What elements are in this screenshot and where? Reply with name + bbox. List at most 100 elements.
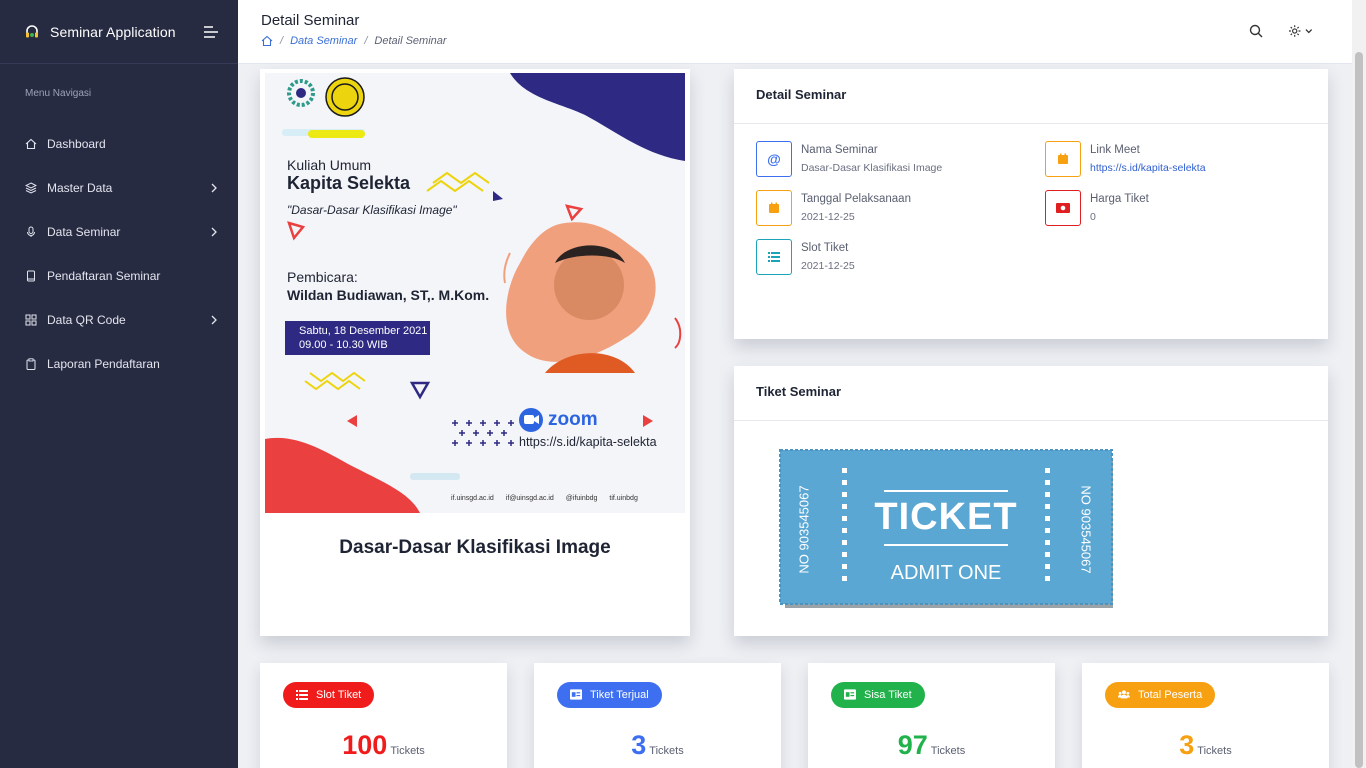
gear-icon: [1288, 25, 1301, 37]
sidebar-item-laporan-pendaftaran[interactable]: Laporan Pendaftaran: [0, 342, 238, 386]
info-label: Slot Tiket: [801, 242, 849, 254]
money-icon: [1045, 190, 1081, 226]
stat-unit: Tickets: [1197, 745, 1232, 757]
page-title: Detail Seminar: [261, 12, 360, 29]
stat-card-slot-tiket: Slot Tiket 100 Tickets: [260, 663, 507, 768]
stat-unit: Tickets: [649, 745, 684, 757]
stat-card-tiket-terjual: Tiket Terjual 3 Tickets: [534, 663, 781, 768]
info-value: 2021-12-25: [801, 260, 855, 272]
stat-label: Tiket Terjual: [590, 689, 649, 701]
stat-value: 100: [342, 730, 388, 760]
info-tanggal: Tanggal Pelaksanaan 2021-12-25: [756, 190, 911, 226]
chevron-down-icon: [1305, 29, 1313, 34]
poster-title: Kapita Selekta: [287, 173, 411, 193]
sidebar-item-label: Master Data: [47, 181, 113, 195]
stat-label: Slot Tiket: [316, 689, 362, 701]
poster-footer: if.uinsgd.ac.id if@uinsgd.ac.id @ifuinbd…: [451, 495, 638, 502]
stat-pill-slot-tiket: Slot Tiket: [283, 682, 375, 708]
seminar-poster: Kuliah Umum Kapita Selekta "Dasar-Dasar …: [265, 73, 685, 513]
sidebar-item-dashboard[interactable]: Dashboard: [0, 122, 238, 166]
sidebar-item-label: Data Seminar: [47, 225, 121, 239]
poster-url: https://s.id/kapita-selekta: [519, 435, 657, 449]
sidebar-item-data-qr-code[interactable]: Data QR Code: [0, 298, 238, 342]
breadcrumb: / Data Seminar / Detail Seminar: [261, 35, 447, 47]
list-icon: [756, 239, 792, 275]
calendar-icon: [1045, 141, 1081, 177]
users-icon: [1118, 689, 1130, 701]
stat-count: 3 Tickets: [1082, 730, 1329, 761]
layers-icon: [25, 182, 37, 194]
poster-date: Sabtu, 18 Desember 2021: [299, 325, 428, 337]
book-icon: [25, 270, 37, 282]
menu-heading: Menu Navigasi: [25, 88, 92, 99]
chevron-right-icon: [211, 227, 217, 237]
brand[interactable]: Seminar Application: [0, 0, 238, 64]
info-value: Dasar-Dasar Klasifikasi Image: [801, 162, 943, 174]
grid-icon: [25, 314, 37, 326]
poster-speaker: Wildan Budiawan, ST,. M.Kom.: [287, 287, 490, 303]
sidebar-item-label: Data QR Code: [47, 313, 126, 327]
at-icon: @: [756, 141, 792, 177]
menu-toggle-icon[interactable]: [203, 24, 219, 40]
stat-card-total-peserta: Total Peserta 3 Tickets: [1082, 663, 1329, 768]
home-icon[interactable]: [261, 35, 273, 47]
sidebar-item-data-seminar[interactable]: Data Seminar: [0, 210, 238, 254]
link-meet-link[interactable]: https://s.id/kapita-selekta: [1090, 162, 1206, 174]
headset-logo-icon: [26, 24, 38, 37]
home-icon: [25, 138, 37, 150]
tiket-seminar-card: Tiket Seminar TICKET ADMIT ONE NO 903545…: [734, 366, 1328, 636]
poster-subtitle: Kuliah Umum: [287, 157, 372, 173]
stat-card-sisa-tiket: Sisa Tiket 97 Tickets: [808, 663, 1055, 768]
info-harga-tiket: Harga Tiket 0: [1045, 190, 1149, 226]
breadcrumb-current: Detail Seminar: [374, 35, 447, 47]
poster-speaker-label: Pembicara:: [287, 269, 358, 285]
app-title: Seminar Application: [50, 23, 176, 40]
card-title: Tiket Seminar: [734, 366, 1328, 421]
poster-footer-email: if@uinsgd.ac.id: [505, 495, 554, 502]
clipboard-icon: [25, 358, 37, 370]
stat-value: 97: [897, 730, 928, 760]
stat-count: 97 Tickets: [808, 730, 1055, 761]
settings-dropdown[interactable]: [1288, 23, 1314, 39]
sidebar-item-master-data[interactable]: Master Data: [0, 166, 238, 210]
poster-time: 09.00 - 10.30 WIB: [299, 339, 388, 351]
id-card-icon: [844, 689, 856, 701]
ticket-image: TICKET ADMIT ONE NO 903545067 NO 9035450…: [776, 446, 1118, 612]
scrollbar[interactable]: [1352, 0, 1366, 768]
search-icon[interactable]: [1249, 24, 1263, 38]
stat-count: 100 Tickets: [260, 730, 507, 761]
stat-label: Sisa Tiket: [864, 689, 912, 701]
sidebar: Seminar Application Menu Navigasi Dashbo…: [0, 0, 238, 768]
ticket-number-right: NO 903545067: [1078, 485, 1094, 574]
list-icon: [296, 689, 308, 701]
card-title: Detail Seminar: [734, 69, 1328, 124]
stat-value: 3: [631, 730, 647, 760]
stat-label: Total Peserta: [1138, 689, 1203, 701]
stat-unit: Tickets: [390, 745, 425, 757]
chevron-right-icon: [211, 183, 217, 193]
info-value: 0: [1090, 211, 1096, 223]
sidebar-item-label: Dashboard: [47, 137, 106, 151]
info-label: Link Meet: [1090, 144, 1140, 156]
microphone-icon: [25, 226, 37, 238]
sidebar-item-label: Laporan Pendaftaran: [47, 357, 160, 371]
poster-topic: "Dasar-Dasar Klasifikasi Image": [287, 203, 457, 217]
calendar-icon: [756, 190, 792, 226]
ticket-word: TICKET: [874, 496, 1018, 538]
topbar: Detail Seminar / Data Seminar / Detail S…: [238, 0, 1352, 64]
info-nama-seminar: @ Nama Seminar Dasar-Dasar Klasifikasi Im…: [756, 141, 942, 177]
info-link-meet: Link Meet https://s.id/kapita-selekta: [1045, 141, 1206, 177]
info-label: Nama Seminar: [801, 144, 878, 156]
detail-seminar-card: Detail Seminar @ Nama Seminar Dasar-Dasar…: [734, 69, 1328, 339]
poster-footer-facebook: tif.uinbdg: [609, 495, 638, 502]
poster-platform: zoom: [548, 409, 598, 430]
scrollbar-thumb[interactable]: [1355, 52, 1363, 768]
stat-pill-sisa-tiket: Sisa Tiket: [831, 682, 925, 708]
info-label: Harga Tiket: [1090, 193, 1149, 205]
stat-count: 3 Tickets: [534, 730, 781, 761]
sidebar-item-pendaftaran-seminar[interactable]: Pendaftaran Seminar: [0, 254, 238, 298]
stat-pill-total-peserta: Total Peserta: [1105, 682, 1216, 708]
breadcrumb-link-data-seminar[interactable]: Data Seminar: [290, 35, 357, 47]
sidebar-item-label: Pendaftaran Seminar: [47, 269, 161, 283]
info-slot-tiket: Slot Tiket 2021-12-25: [756, 239, 855, 275]
